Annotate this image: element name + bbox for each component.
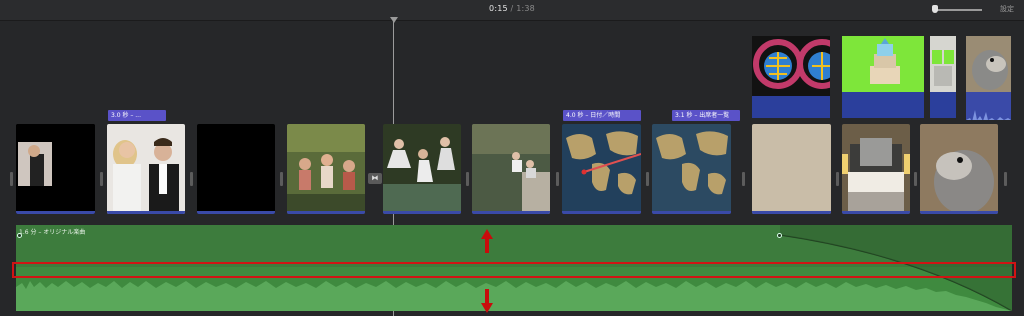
arrow-down-icon xyxy=(481,289,493,313)
clip-trim-handle[interactable] xyxy=(836,172,839,186)
overlay-clip-globe[interactable] xyxy=(752,36,830,118)
clip-trim-handle[interactable] xyxy=(556,172,559,186)
total-duration: 1:38 xyxy=(516,4,535,13)
map-thumbnail xyxy=(652,124,731,214)
clip-trim-handle[interactable] xyxy=(190,172,193,186)
audio-clip-label: 1.6 分 – オリジナル楽曲 xyxy=(19,229,86,236)
video-clip-3[interactable] xyxy=(197,124,275,214)
current-time: 0:15 xyxy=(489,4,508,13)
clip-thumbnail xyxy=(16,124,95,214)
arrow-up-icon xyxy=(481,229,493,253)
map-thumbnail xyxy=(562,124,641,214)
clip-trim-handle[interactable] xyxy=(280,172,283,186)
video-clip-7[interactable] xyxy=(562,124,641,214)
clip-thumbnail xyxy=(287,124,365,214)
globe-logo-thumbnail xyxy=(752,36,830,96)
clip-title-bar-1[interactable]: 3.0 秒 – ... xyxy=(108,110,166,121)
video-clip-2[interactable] xyxy=(107,124,185,214)
clip-thumbnail xyxy=(472,124,550,214)
clip-trim-handle[interactable] xyxy=(914,172,917,186)
clip-thumbnail xyxy=(107,124,185,214)
narrow-clip-thumbnail xyxy=(930,36,956,92)
volume-keyframe[interactable] xyxy=(777,233,782,238)
video-clip-8[interactable] xyxy=(652,124,731,214)
clip-trim-handle[interactable] xyxy=(646,172,649,186)
timecode-display: 0:15 / 1:38 xyxy=(0,4,1024,13)
clip-thumbnail xyxy=(383,124,461,214)
zoom-slider-knob[interactable] xyxy=(932,5,938,13)
overlay-audio-waveform xyxy=(966,110,1011,120)
gift-boxes-thumbnail xyxy=(842,36,924,92)
squirrel-thumbnail xyxy=(966,36,1011,92)
squirrel-thumbnail xyxy=(920,124,998,214)
video-clip-1[interactable] xyxy=(16,124,95,214)
highlight-box xyxy=(12,262,1016,278)
volume-keyframe[interactable] xyxy=(17,233,22,238)
playhead-marker[interactable] xyxy=(390,17,398,23)
bedroom-thumbnail xyxy=(842,124,910,214)
clip-title-bar-2[interactable]: 4.0 秒 – 日付／時間 xyxy=(563,110,641,121)
clip-trim-handle[interactable] xyxy=(10,172,13,186)
clip-trim-handle[interactable] xyxy=(1004,172,1007,186)
toolbar: 0:15 / 1:38 設定 xyxy=(0,0,1024,21)
video-clip-4[interactable] xyxy=(287,124,365,214)
overlay-clip-squirrel[interactable] xyxy=(966,36,1011,120)
time-separator: / xyxy=(510,4,514,13)
zoom-slider[interactable] xyxy=(936,9,982,11)
overlay-clip-gifts[interactable] xyxy=(842,36,924,118)
transition-icon[interactable]: ⧓ xyxy=(368,173,382,184)
video-clip-10[interactable] xyxy=(842,124,910,214)
video-clip-11[interactable] xyxy=(920,124,998,214)
settings-button[interactable]: 設定 xyxy=(1000,4,1014,14)
overlay-clip-narrow[interactable] xyxy=(930,36,956,118)
clip-trim-handle[interactable] xyxy=(100,172,103,186)
video-clip-9[interactable] xyxy=(752,124,831,214)
video-clip-6[interactable] xyxy=(472,124,550,214)
clip-title-bar-3[interactable]: 3.1 秒 – 出席者一覧 xyxy=(672,110,740,121)
video-clip-5[interactable] xyxy=(383,124,461,214)
clip-trim-handle[interactable] xyxy=(466,172,469,186)
clip-trim-handle[interactable] xyxy=(742,172,745,186)
